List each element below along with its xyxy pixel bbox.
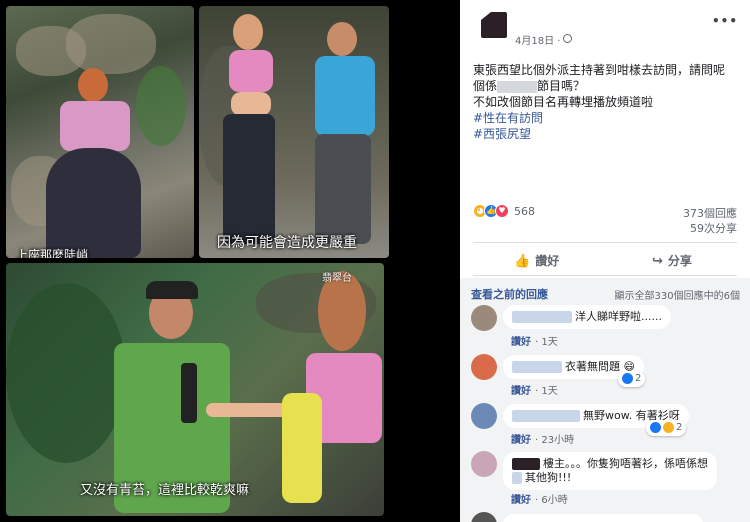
reaction-count: 568 bbox=[514, 205, 535, 218]
comment-meta: 讚好 · 6小時 bbox=[511, 495, 568, 506]
thumbs-up-icon: 👍 bbox=[514, 254, 531, 269]
comment-bubble: 洋人睇咩野啦...... bbox=[503, 305, 671, 329]
love-reaction-icon: ♥ bbox=[495, 204, 509, 218]
post-line-1: 東張西望比個外派主持著到咁樣去訪問，請問呢 bbox=[473, 63, 726, 77]
subtitle-caption-1: 上座那麼陡峭 bbox=[16, 248, 89, 258]
like-mini-icon bbox=[622, 372, 633, 384]
commenter-name[interactable] bbox=[512, 361, 562, 373]
comment-meta: 讚好 · 1天 bbox=[511, 337, 558, 348]
black-divider bbox=[392, 0, 460, 522]
share-button[interactable]: ↪ 分享 bbox=[652, 252, 692, 269]
post-date[interactable]: 4月18日 · bbox=[515, 32, 560, 47]
video-frame-3: 翡翠台 又沒有青苔，這裡比較乾爽嘛 bbox=[6, 263, 384, 516]
subtitle-caption-2: 因為可能會造成更嚴重 bbox=[217, 235, 357, 251]
comment-reaction-badge[interactable]: 2 bbox=[618, 371, 646, 387]
video-frame-1: 上座那麼陡峭 bbox=[6, 6, 194, 258]
post-line-3: 不如改個節目名再轉埋播放頻道啦 bbox=[473, 95, 654, 109]
commenter-avatar[interactable] bbox=[471, 403, 497, 429]
view-previous-comments-link[interactable]: 查看之前的回應 bbox=[471, 286, 548, 302]
commenter-name[interactable] bbox=[512, 458, 540, 470]
facebook-post: 4月18日 · ••• 東張西望比個外派主持著到咁樣去訪問，請問呢 個係 節目嗎？… bbox=[460, 0, 750, 522]
commenter-avatar[interactable] bbox=[471, 354, 497, 380]
comment-bubble: 樓主。。。你隻狗唔著衫，係唔係想 其他狗!!! bbox=[503, 452, 717, 490]
post-line-2: 個係 節目嗎？ bbox=[473, 79, 586, 93]
comment-like-link[interactable]: 讚好 bbox=[511, 435, 531, 446]
haha-mini-icon bbox=[663, 421, 674, 433]
commenter-avatar[interactable] bbox=[471, 451, 497, 477]
hashtag-link-2[interactable]: #西張尻望 bbox=[473, 126, 745, 142]
globe-icon bbox=[563, 34, 572, 43]
commenter-avatar[interactable] bbox=[471, 512, 497, 522]
share-arrow-icon: ↪ bbox=[652, 254, 663, 269]
comment-like-link[interactable]: 讚好 bbox=[511, 386, 531, 397]
comment-like-link[interactable]: 讚好 bbox=[511, 495, 531, 506]
comment-meta: 讚好 · 1天 bbox=[511, 386, 558, 397]
shares-count[interactable]: 59次分享 bbox=[683, 221, 737, 236]
video-frame-2: 因為可能會造成更嚴重 bbox=[199, 6, 389, 258]
comment-reaction-badge[interactable]: 2 bbox=[646, 420, 687, 436]
comments-count[interactable]: 373個回應 bbox=[683, 206, 737, 221]
subtitle-caption-3: 又沒有青苔，這裡比較乾爽嘛 bbox=[80, 483, 250, 498]
hashtag-link-1[interactable]: #性在有訪問 bbox=[473, 110, 745, 126]
comments-section: 查看之前的回應 顯示全部330個回應中的6個 洋人睇咩野啦...... 讚好 · … bbox=[460, 278, 750, 522]
post-body: 東張西望比個外派主持著到咁樣去訪問，請問呢 個係 節目嗎？ 不如改個節目名再轉埋播… bbox=[473, 62, 745, 142]
like-button[interactable]: 👍 讚好 bbox=[514, 252, 559, 269]
tvb-jade-logo: 翡翠台 bbox=[322, 273, 352, 284]
divider-bottom bbox=[473, 275, 737, 276]
like-mini-icon bbox=[650, 421, 661, 433]
comment-meta: 讚好 · 23小時 bbox=[511, 435, 575, 446]
post-stats: 373個回應 59次分享 bbox=[683, 206, 737, 236]
commenter-name[interactable] bbox=[512, 311, 572, 323]
show-all-comments-text: 顯示全部330個回應中的6個 bbox=[614, 291, 740, 302]
commenter-name[interactable] bbox=[512, 410, 580, 422]
censored-text bbox=[497, 80, 538, 93]
comment-bubble bbox=[503, 514, 703, 522]
divider-top bbox=[473, 242, 737, 243]
more-options-icon[interactable]: ••• bbox=[712, 14, 738, 28]
comment-like-link[interactable]: 讚好 bbox=[511, 337, 531, 348]
video-collage: 上座那麼陡峭 因為可能會造成更嚴重 翡翠台 又沒有青苔，這裡比較乾爽嘛 bbox=[0, 0, 392, 522]
commenter-avatar[interactable] bbox=[471, 305, 497, 331]
